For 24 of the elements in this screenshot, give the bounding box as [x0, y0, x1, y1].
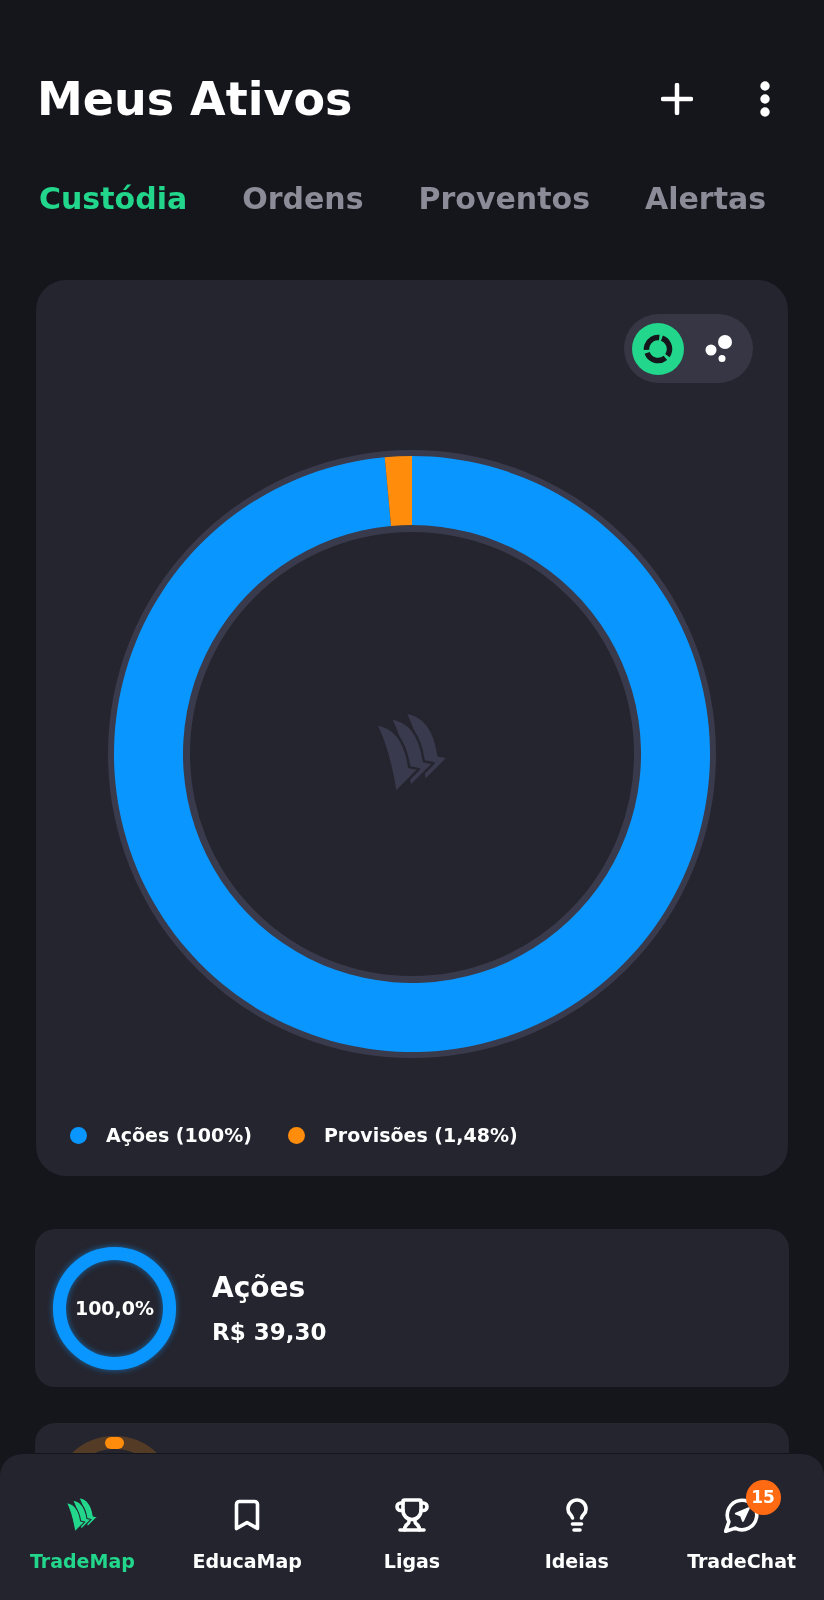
bubbles-icon	[705, 335, 733, 362]
asset-value: R$ 39,30	[212, 1317, 327, 1346]
sails-logo-icon	[66, 1497, 99, 1533]
nav-item[interactable]: TradeMap	[0, 1454, 165, 1600]
page-title: Meus Ativos	[37, 71, 353, 127]
asset-name: Ações	[212, 1270, 307, 1305]
notification-badge: 15	[745, 1480, 781, 1515]
donut-chart-icon	[643, 333, 673, 364]
percent-label: 100,0%	[73, 1295, 156, 1320]
donut-view-button[interactable]	[632, 322, 684, 375]
plus-icon	[661, 83, 693, 115]
nav-item[interactable]: Ideias	[494, 1454, 660, 1600]
tab[interactable]: Ordens	[242, 179, 364, 219]
more-vertical-icon	[760, 81, 770, 117]
legend-label: Provisões (1,48%)	[323, 1123, 518, 1147]
asset-card[interactable]: 100,0% Ações R$ 39,30	[35, 1229, 789, 1387]
tab[interactable]: Alertas	[645, 179, 767, 219]
legend-label: Ações (100%)	[106, 1123, 252, 1147]
tab[interactable]: Custódia	[39, 179, 188, 219]
nav-item[interactable]: Ligas	[329, 1454, 495, 1600]
nav-item[interactable]: EducaMap	[164, 1454, 330, 1600]
trophy-icon	[394, 1497, 430, 1533]
nav-item[interactable]: 15 TradeChat	[659, 1454, 824, 1600]
tab[interactable]: Proventos	[418, 179, 590, 219]
